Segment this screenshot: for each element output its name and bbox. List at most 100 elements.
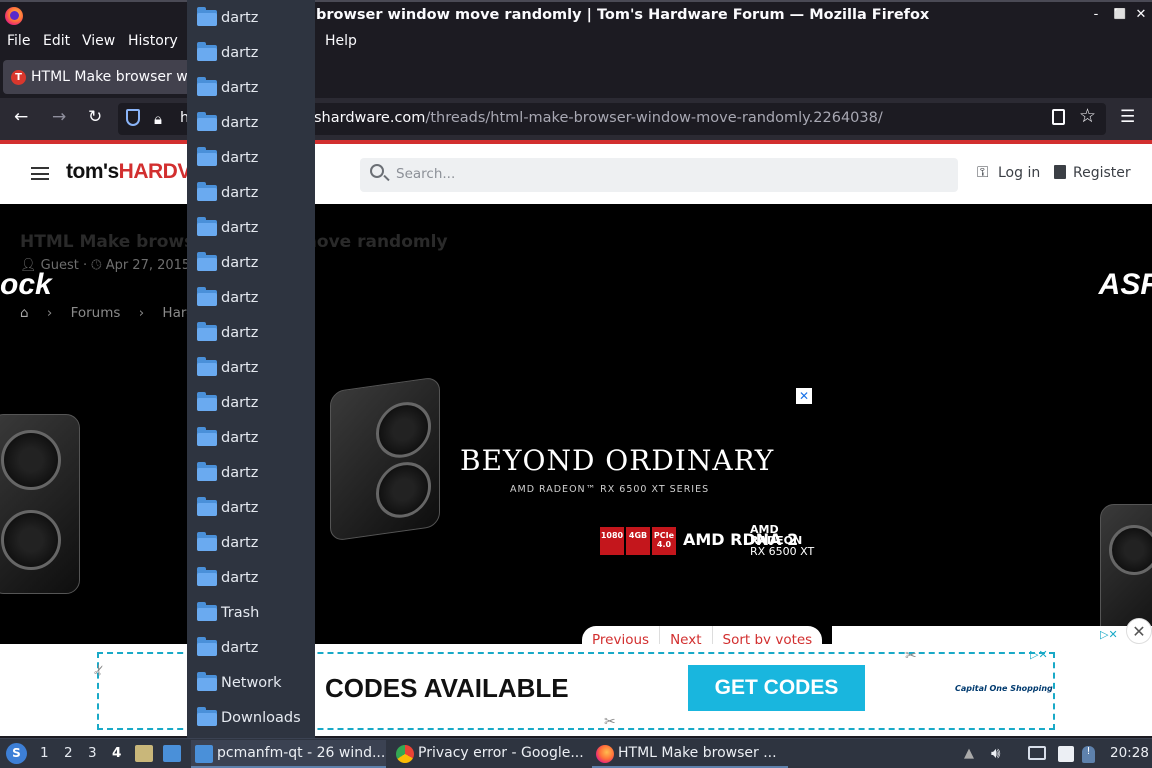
minimize-button[interactable]: ‑ [1086, 7, 1106, 22]
update-notifier-icon[interactable]: ! [1082, 746, 1095, 763]
reader-view-icon[interactable] [1052, 109, 1065, 125]
tab-bar: T HTML Make browser wi [0, 56, 1152, 98]
folder-item[interactable]: dartz [197, 315, 315, 350]
ad-close-button[interactable]: ✕ [796, 388, 812, 404]
home-icon[interactable]: ⌂ [20, 305, 29, 321]
breadcrumb-forums[interactable]: Forums [71, 305, 121, 321]
app-menu-icon[interactable]: ☰ [1120, 107, 1135, 127]
lock-icon[interactable]: 🔒︎ [154, 110, 162, 128]
task-label: HTML Make browser ... [618, 745, 777, 761]
hamburger-menu-icon[interactable] [31, 167, 49, 180]
search-input[interactable]: Search... [360, 158, 958, 192]
folder-label: dartz [221, 325, 259, 341]
task-label: pcmanfm-qt - 26 wind... [217, 745, 386, 761]
folder-item[interactable]: dartz [197, 210, 315, 245]
adchoices-icon[interactable]: ▷✕ [1100, 628, 1118, 641]
folder-item[interactable]: Network [197, 665, 315, 700]
menu-edit[interactable]: Edit [43, 33, 70, 49]
menu-help[interactable]: Help [325, 33, 357, 49]
maximize-button[interactable]: ⬜ [1110, 9, 1130, 20]
tab-active[interactable]: T HTML Make browser wi [3, 60, 203, 94]
folder-label: Trash [221, 605, 260, 621]
forward-arrow-icon[interactable]: → [52, 107, 66, 127]
folder-item[interactable]: dartz [197, 35, 315, 70]
register-link[interactable]: Register [1073, 165, 1131, 181]
scissors-icon: ✂ [905, 648, 917, 664]
folder-icon [197, 322, 217, 341]
folder-item[interactable]: dartz [197, 455, 315, 490]
tomshardware-favicon-icon: T [11, 70, 26, 85]
folder-icon [197, 427, 217, 446]
folder-label: Downloads [221, 710, 301, 726]
folder-item[interactable]: dartz [197, 140, 315, 175]
menu-history[interactable]: History [128, 33, 178, 49]
folder-item[interactable]: dartz [197, 525, 315, 560]
window-titlebar[interactable]: browser window move randomly | Tom's Har… [0, 0, 1152, 29]
ad-headline: BEYOND ORDINARY [460, 444, 775, 477]
site-logo[interactable]: tom'sHARDV [66, 160, 191, 184]
close-button[interactable]: ✕ [1131, 7, 1151, 22]
volume-icon[interactable]: 🔊︎ [991, 744, 1000, 762]
adchoices-icon[interactable]: ▷✕ [1030, 648, 1060, 662]
clipboard-icon [1054, 165, 1066, 179]
folder-label: dartz [221, 640, 259, 656]
window-title: browser window move randomly | Tom's Har… [316, 7, 930, 23]
folder-item[interactable]: dartz [197, 0, 315, 35]
get-codes-button[interactable]: GET CODES [688, 665, 865, 711]
folder-label: dartz [221, 430, 259, 446]
task-firefox[interactable]: HTML Make browser ... [592, 740, 788, 768]
chevron-right-icon: › [46, 305, 53, 321]
folder-icon [197, 182, 217, 201]
thread-date[interactable]: Apr 27, 2015 [106, 258, 191, 273]
task-pcmanfm[interactable]: pcmanfm-qt - 26 wind... [191, 740, 386, 768]
folder-item[interactable]: Downloads [197, 700, 315, 735]
shield-icon[interactable] [126, 109, 140, 126]
folder-label: dartz [221, 570, 259, 586]
workspace-4[interactable]: 4 [112, 745, 121, 761]
menu-view[interactable]: View [82, 33, 115, 49]
badge-1080: 1080 [600, 527, 624, 555]
clock-icon: 🕓︎ [91, 258, 102, 273]
folder-item[interactable]: Trash [197, 595, 315, 630]
workspace-2[interactable]: 2 [64, 745, 73, 761]
folder-item[interactable]: dartz [197, 105, 315, 140]
radeon-logo: AMD RADEON RX 6500 XT [750, 524, 814, 557]
codes-available-text: CODES AVAILABLE [325, 673, 569, 703]
clipboard-tray-icon[interactable] [1058, 746, 1074, 762]
folder-icon [197, 147, 217, 166]
task-chrome[interactable]: Privacy error - Google... [392, 740, 588, 768]
folder-item[interactable]: dartz [197, 70, 315, 105]
back-arrow-icon[interactable]: ← [14, 107, 28, 127]
logo-prefix: tom's [66, 160, 119, 183]
folder-item[interactable]: dartz [197, 560, 315, 595]
workspace-3[interactable]: 3 [88, 745, 97, 761]
search-icon [370, 164, 384, 178]
login-link[interactable]: Log in [998, 165, 1040, 181]
scissors-icon: ✂ [604, 714, 616, 730]
menu-file[interactable]: File [7, 33, 30, 49]
file-manager-launcher-icon[interactable] [135, 745, 153, 762]
bookmark-star-icon[interactable]: ☆ [1079, 105, 1096, 127]
start-menu-icon[interactable]: S [6, 743, 27, 764]
tray-handle-icon[interactable]: ▲ [964, 746, 974, 761]
workspace-1[interactable]: 1 [40, 745, 49, 761]
display-icon[interactable] [1028, 746, 1046, 760]
desktop-launcher-icon[interactable] [163, 745, 181, 762]
folder-item[interactable]: dartz [197, 175, 315, 210]
folder-item[interactable]: dartz [197, 350, 315, 385]
folder-item[interactable]: dartz [197, 630, 315, 665]
close-ad-button[interactable]: ✕ [1126, 618, 1152, 644]
folder-item[interactable]: dartz [197, 490, 315, 525]
task-label: Privacy error - Google... [418, 745, 584, 761]
badge-4gb: 4GB [626, 527, 650, 555]
folder-item[interactable]: dartz [197, 420, 315, 455]
folder-item[interactable]: dartz [197, 245, 315, 280]
folder-item[interactable]: dartz [197, 280, 315, 315]
folder-icon [197, 602, 217, 621]
reload-icon[interactable]: ↻ [88, 107, 102, 127]
chrome-icon [396, 745, 414, 763]
bottom-ad-banner[interactable]: ✂ ✂ ✂ CODES AVAILABLE GET CODES Capital … [0, 618, 1152, 736]
clock[interactable]: 20:28 [1110, 745, 1149, 761]
folder-item[interactable]: dartz [197, 385, 315, 420]
folder-label: dartz [221, 500, 259, 516]
